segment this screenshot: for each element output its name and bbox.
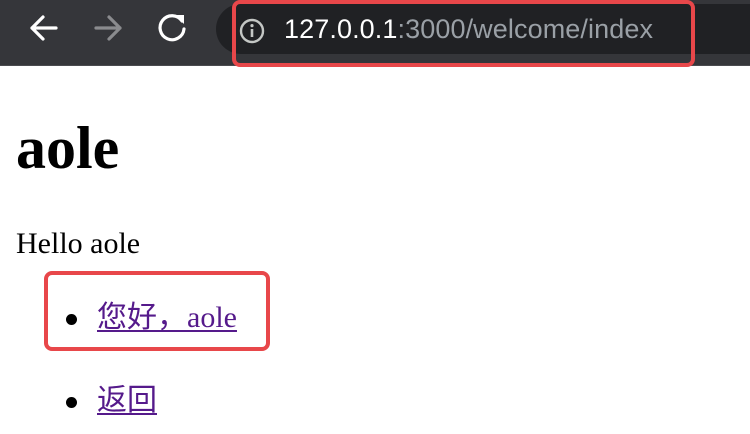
back-arrow-icon <box>30 15 58 41</box>
forward-arrow-icon <box>94 15 122 41</box>
forward-button[interactable] <box>88 10 128 46</box>
reload-icon <box>158 14 186 42</box>
bullet-icon <box>66 397 77 408</box>
reload-button[interactable] <box>152 10 192 46</box>
back-button[interactable] <box>24 10 64 46</box>
browser-toolbar: 127.0.0.1:3000/welcome/index <box>0 0 750 66</box>
url-text[interactable]: 127.0.0.1:3000/welcome/index <box>284 12 653 46</box>
url-path: :3000/welcome/index <box>397 14 654 44</box>
url-host: 127.0.0.1 <box>284 14 398 44</box>
site-info-icon[interactable] <box>238 17 266 45</box>
hello-link[interactable]: 您好，aole <box>97 300 237 336</box>
back-link[interactable]: 返回 <box>97 383 157 419</box>
bullet-icon <box>66 314 77 325</box>
page-heading: aole <box>16 115 120 181</box>
greeting-text: Hello aole <box>16 227 141 260</box>
